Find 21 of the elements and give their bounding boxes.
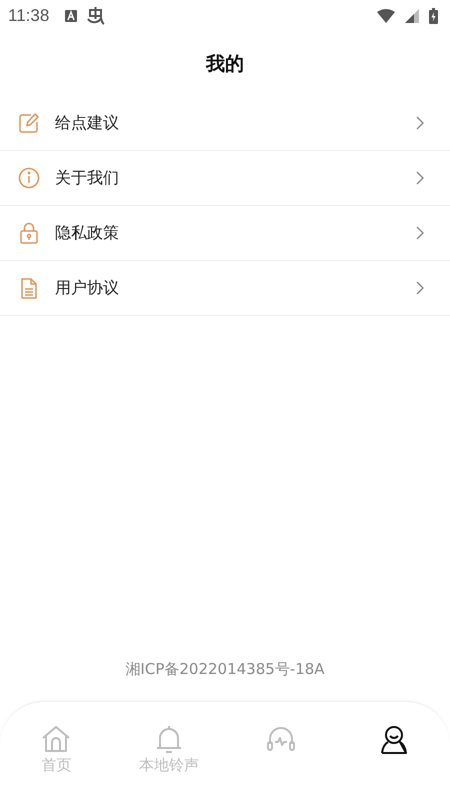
page-title: 我的 xyxy=(204,52,245,77)
lock-icon xyxy=(18,222,40,244)
icp-text: 湘ICP备2022014385号-18A xyxy=(124,660,326,680)
headphones-icon[interactable] xyxy=(266,724,296,754)
menu-item[interactable]: 隐私政策 xyxy=(0,206,450,261)
chevron-icon xyxy=(416,171,424,185)
menu-item[interactable]: 用户协议 xyxy=(0,261,450,316)
person-icon[interactable] xyxy=(378,724,409,754)
edit-icon xyxy=(18,112,40,134)
info-icon xyxy=(18,167,40,189)
battery-icon xyxy=(429,8,438,24)
status-time: 11:38 xyxy=(8,6,50,26)
signal-icon xyxy=(405,9,419,23)
chevron-icon xyxy=(416,116,424,130)
chevron-icon xyxy=(416,281,424,295)
wifi-icon xyxy=(377,9,395,23)
chevron-icon xyxy=(416,226,424,240)
menu-item[interactable]: 关于我们 xyxy=(0,151,450,206)
home-icon[interactable] xyxy=(41,724,72,754)
keyboard-icon xyxy=(65,10,78,22)
menu-item[interactable]: 给点建议 xyxy=(0,96,450,151)
